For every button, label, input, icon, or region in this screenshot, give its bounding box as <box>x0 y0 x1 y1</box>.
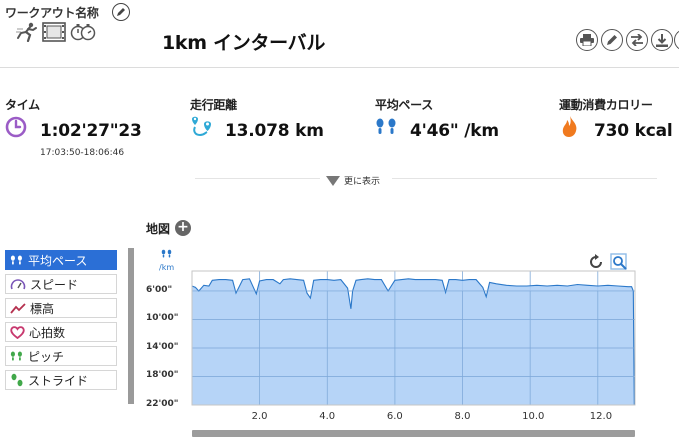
x-tick-label: 12.0 <box>589 411 613 422</box>
x-tick-label: 2.0 <box>251 411 268 422</box>
pace-area <box>192 278 635 405</box>
y-tick-label: 18'00" <box>146 370 179 381</box>
x-tick-label: 6.0 <box>386 411 403 422</box>
x-tick-label: 4.0 <box>319 411 336 422</box>
y-tick-label: 22'00" <box>146 399 179 409</box>
pace-chart[interactable] <box>0 0 679 441</box>
chart-scrollbar[interactable] <box>192 430 635 437</box>
y-tick-label: 6'00" <box>146 284 173 295</box>
x-tick-label: 8.0 <box>454 411 471 422</box>
x-tick-label: 10.0 <box>522 411 545 422</box>
y-tick-label: 14'00" <box>146 341 179 352</box>
y-tick-label: 10'00" <box>146 313 179 324</box>
